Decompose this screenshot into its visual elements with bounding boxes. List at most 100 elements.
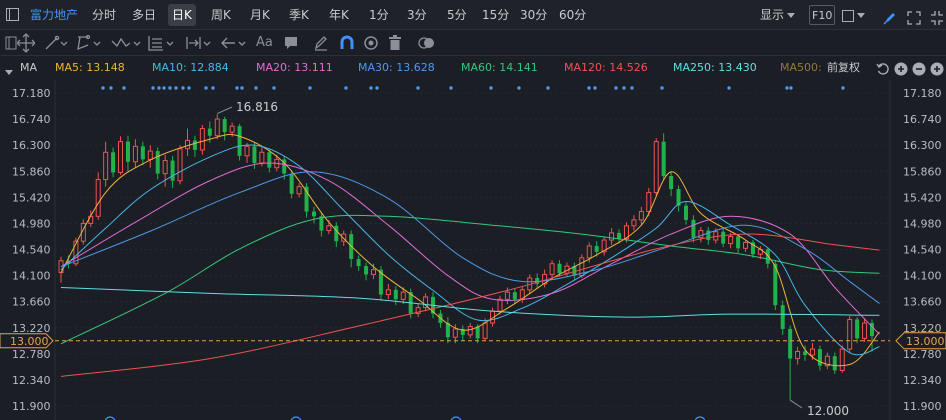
ma-line-ma120 xyxy=(60,233,880,377)
wave-tool-icon[interactable] xyxy=(111,33,141,53)
ma-item-5[interactable]: MA120: 14.526 xyxy=(564,57,648,79)
layout-menu-button[interactable] xyxy=(842,0,865,30)
candle-body-down xyxy=(237,126,242,156)
candle-body-up xyxy=(118,141,124,173)
y-tick-left: 14.980 xyxy=(12,217,51,230)
range-tool-icon[interactable] xyxy=(185,33,213,53)
note-tool-icon[interactable] xyxy=(284,33,298,53)
undo-icon[interactable] xyxy=(876,61,890,75)
ma-item-2[interactable]: MA20: 13.111 xyxy=(256,57,333,79)
ma-item-1[interactable]: MA10: 12.884 xyxy=(152,57,229,79)
y-tick-right: 13.660 xyxy=(903,296,942,309)
candle-body-down xyxy=(706,230,711,241)
y-tick-left: 12.340 xyxy=(12,374,51,387)
panel-toggle-icon[interactable] xyxy=(6,8,19,21)
candle-body-up xyxy=(370,269,376,275)
candle-body-down xyxy=(736,236,741,249)
ma-item-4[interactable]: MA60: 14.141 xyxy=(461,57,538,79)
candle-body-up xyxy=(95,179,101,217)
candle-body-down xyxy=(788,328,793,359)
trash-icon[interactable] xyxy=(388,33,402,53)
y-tick-right: 11.900 xyxy=(903,400,942,413)
event-dot xyxy=(151,86,155,90)
tab-period-0[interactable]: 分时 xyxy=(92,0,116,30)
y-tick-right: 16.740 xyxy=(903,113,942,126)
candle-body-up xyxy=(162,160,168,175)
candle-body-up xyxy=(497,298,503,312)
tab-period-9[interactable]: 5分 xyxy=(447,0,467,30)
polyline-tool-icon[interactable] xyxy=(76,33,102,53)
pen-icon[interactable] xyxy=(314,33,328,53)
settings-icon[interactable] xyxy=(930,61,944,76)
stock-name[interactable]: 富力地产 xyxy=(30,0,78,30)
ma-item-0[interactable]: MA5: 13.148 xyxy=(55,57,125,79)
sidebar-toggle-icon[interactable] xyxy=(5,33,17,53)
candle-body-down xyxy=(721,231,726,244)
f10-button[interactable]: F10 xyxy=(809,5,836,25)
arrow-tool-icon[interactable] xyxy=(220,33,248,53)
candle-body-up xyxy=(147,150,153,160)
restore-icon[interactable] xyxy=(930,7,944,25)
y-tick-right: 15.860 xyxy=(903,165,942,178)
ma-item-3[interactable]: MA30: 13.628 xyxy=(358,57,435,79)
ma-label[interactable]: MA xyxy=(20,57,37,79)
candle-body-down xyxy=(192,140,197,150)
tab-period-4[interactable]: 月K xyxy=(250,0,270,30)
magnet-icon[interactable] xyxy=(339,33,355,53)
candlesticks xyxy=(58,114,874,401)
candle-body-up xyxy=(103,151,109,181)
event-dot xyxy=(101,86,105,90)
tab-period-1[interactable]: 多日 xyxy=(132,0,156,30)
zoom-out-icon[interactable] xyxy=(912,61,926,76)
candle-body-up xyxy=(609,232,615,241)
event-dot xyxy=(211,86,215,90)
tab-period-2[interactable]: 日K xyxy=(168,4,196,26)
ma-item-7[interactable]: MA500: xyxy=(780,57,822,79)
candle-body-up xyxy=(400,291,406,300)
toggle-icon[interactable] xyxy=(417,33,437,53)
tab-period-10[interactable]: 15分 xyxy=(482,0,509,30)
ma-item-6[interactable]: MA250: 13.430 xyxy=(673,57,757,79)
display-menu-button[interactable]: 显示 xyxy=(760,0,796,30)
current-price-line: 13.000 13.000 xyxy=(0,332,946,350)
candle-body-up xyxy=(132,145,138,163)
y-tick-left: 12.780 xyxy=(12,348,51,361)
y-tick-left: 14.540 xyxy=(12,244,51,257)
zoom-in-icon[interactable] xyxy=(894,61,908,76)
text-tool-icon[interactable]: Aa xyxy=(256,33,273,53)
candle-body-down xyxy=(832,356,837,371)
tab-period-8[interactable]: 3分 xyxy=(407,0,427,30)
tab-period-7[interactable]: 1分 xyxy=(369,0,389,30)
ma-line-ma30 xyxy=(60,171,880,304)
tab-period-3[interactable]: 周K xyxy=(211,0,231,30)
crosshair-icon[interactable] xyxy=(17,33,35,53)
candle-body-down xyxy=(780,305,785,329)
kline-chart[interactable]: 13.000 13.000 17.180 17.180 16.740 16.740 16.… xyxy=(0,80,946,420)
square-icon xyxy=(842,9,854,22)
line-tool-icon[interactable] xyxy=(44,33,68,53)
price-tag-right-text: 13.000 xyxy=(906,335,945,348)
tab-period-5[interactable]: 季K xyxy=(289,0,309,30)
event-markers xyxy=(101,86,845,90)
candle-body-up xyxy=(467,326,473,336)
event-dot xyxy=(272,86,276,90)
event-dot xyxy=(168,86,172,90)
tab-period-6[interactable]: 年K xyxy=(329,0,349,30)
candle-body-down xyxy=(364,266,369,275)
candle-body-up xyxy=(229,125,235,133)
candle-body-down xyxy=(140,146,145,160)
y-tick-right: 14.540 xyxy=(903,244,942,257)
fullscreen-icon[interactable] xyxy=(906,7,922,25)
adjust-label[interactable]: 前复权 xyxy=(827,57,860,79)
candle-body-down xyxy=(252,146,257,163)
candle-body-down xyxy=(683,205,688,220)
fib-tool-icon[interactable] xyxy=(147,33,175,53)
event-dot xyxy=(375,86,379,90)
eye-icon[interactable] xyxy=(363,33,379,53)
ma-line-ma250 xyxy=(60,286,880,318)
brush-icon[interactable] xyxy=(882,7,898,25)
candle-body-down xyxy=(594,245,599,252)
tab-period-12[interactable]: 60分 xyxy=(559,0,586,30)
y-tick-left: 16.300 xyxy=(12,139,51,152)
tab-period-11[interactable]: 30分 xyxy=(520,0,547,30)
